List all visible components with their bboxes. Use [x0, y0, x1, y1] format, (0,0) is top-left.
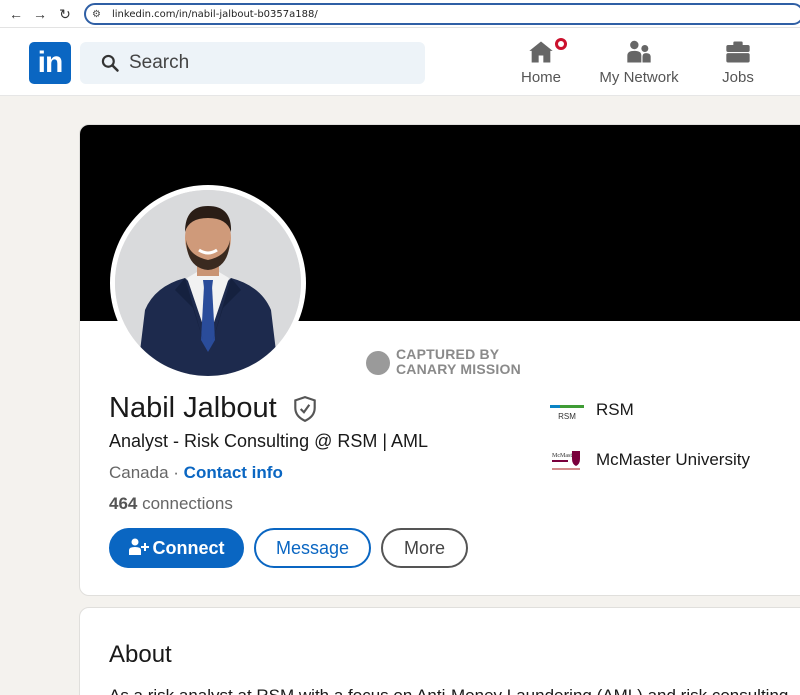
nav-my-network[interactable]: My Network [597, 38, 681, 90]
nav-home-label: Home [520, 69, 561, 86]
message-button[interactable]: Message [254, 528, 371, 568]
search-icon [101, 54, 119, 72]
rsm-logo-text: RSM [558, 412, 576, 421]
linkedin-logo[interactable]: in [29, 42, 71, 84]
address-bar[interactable]: ⚙ linkedin.com/in/nabil-jalbout-b0357a18… [84, 3, 800, 25]
location-separator: · [168, 463, 184, 482]
watermark-line-1: CAPTURED BY [396, 346, 500, 362]
org-mcmaster-name: McMaster University [596, 450, 750, 469]
connections-number: 464 [109, 494, 138, 513]
site-info-icon[interactable]: ⚙ [92, 8, 101, 22]
url-text: linkedin.com/in/nabil-jalbout-b0357a188/ [112, 9, 318, 20]
connect-button-label: Connect [152, 538, 225, 558]
nav-jobs-label: Jobs [722, 69, 754, 86]
home-icon [529, 41, 553, 63]
add-person-icon [128, 538, 149, 556]
about-title: About [109, 641, 172, 668]
connect-button[interactable]: Connect [109, 528, 244, 568]
briefcase-icon [726, 41, 750, 63]
contact-info-link[interactable]: Contact info [184, 463, 283, 482]
notification-badge [553, 36, 569, 52]
connections-count[interactable]: 464 connections [109, 493, 233, 515]
more-button[interactable]: More [381, 528, 468, 568]
reload-icon[interactable]: ↻ [55, 4, 75, 24]
about-card: About As a risk analyst at RSM with a fo… [79, 607, 800, 695]
verified-shield-icon[interactable] [292, 395, 318, 423]
rsm-logo: RSM [550, 405, 584, 421]
linkedin-header: in Search Home My Network Jobs [0, 28, 800, 96]
profile-location: Canada [109, 463, 169, 482]
profile-name: Nabil Jalbout [109, 392, 277, 424]
forward-arrow-icon[interactable]: → [30, 4, 50, 24]
about-text: As a risk analyst at RSM with a focus on… [109, 685, 788, 695]
profile-photo [115, 190, 301, 376]
search-input[interactable]: Search [80, 42, 425, 84]
profile-photo-illustration [115, 190, 301, 376]
avatar[interactable] [110, 185, 306, 381]
back-arrow-icon[interactable]: ← [6, 4, 26, 24]
search-placeholder: Search [129, 52, 190, 73]
mcmaster-logo: McMaster [552, 451, 580, 470]
nav-my-network-label: My Network [599, 69, 679, 86]
nav-home[interactable]: Home [519, 36, 569, 90]
browser-toolbar: ← → ↻ ⚙ linkedin.com/in/nabil-jalbout-b0… [0, 0, 800, 28]
bird-icon [366, 351, 390, 375]
watermark-line-2: CANARY MISSION [396, 361, 521, 377]
nav-jobs[interactable]: Jobs [720, 38, 756, 90]
connections-label: connections [137, 494, 233, 513]
org-rsm-name: RSM [596, 400, 634, 419]
people-icon [627, 40, 651, 63]
profile-headline: Analyst - Risk Consulting @ RSM | AML [109, 431, 429, 451]
profile-location-line: Canada · Contact info [109, 462, 283, 484]
profile-card: CAPTURED BY CANARY MISSION Nabil Jalbout… [79, 124, 800, 596]
